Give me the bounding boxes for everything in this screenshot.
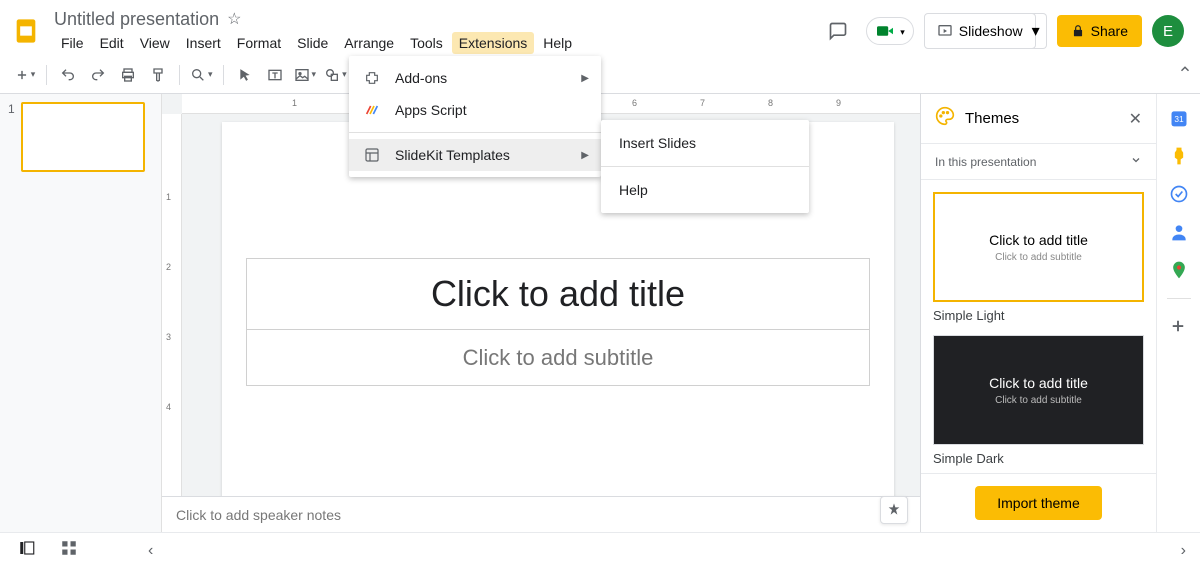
theme-name: Simple Light	[933, 308, 1144, 323]
filmstrip-view-icon[interactable]	[18, 539, 36, 562]
menu-extensions[interactable]: Extensions	[452, 32, 534, 54]
app-header: Untitled presentation ☆ File Edit View I…	[0, 0, 1200, 56]
themes-subtitle: In this presentation	[935, 155, 1036, 169]
explore-button[interactable]	[880, 496, 908, 524]
themes-panel: Themes ✕ In this presentation Click to a…	[920, 94, 1156, 532]
account-avatar[interactable]: E	[1152, 15, 1184, 47]
print-tool[interactable]	[115, 62, 141, 88]
select-tool[interactable]	[232, 62, 258, 88]
menu-arrange[interactable]: Arrange	[337, 32, 401, 54]
theme-name: Simple Dark	[933, 451, 1144, 466]
slide-thumb-1[interactable]: 1	[8, 102, 161, 172]
submenu-insert-slides[interactable]: Insert Slides	[601, 126, 809, 160]
speaker-notes[interactable]: Click to add speaker notes	[162, 496, 920, 532]
themes-subtitle-row[interactable]: In this presentation	[921, 144, 1156, 180]
palette-icon	[935, 106, 955, 131]
submenu-arrow-icon: ▶	[581, 73, 589, 84]
apps-script-icon	[363, 101, 381, 119]
menu-item-addons[interactable]: Add-ons ▶	[349, 62, 601, 94]
image-tool[interactable]	[292, 62, 319, 88]
meet-button[interactable]	[866, 17, 914, 45]
siderail-expand-icon[interactable]: ›	[1181, 542, 1186, 560]
slideshow-label: Slideshow	[959, 23, 1023, 39]
redo-tool[interactable]	[85, 62, 111, 88]
zoom-tool[interactable]	[188, 62, 215, 88]
themes-title: Themes	[965, 110, 1119, 127]
chevron-down-icon[interactable]	[1130, 154, 1142, 169]
title-placeholder[interactable]: Click to add title	[246, 258, 870, 330]
add-addon-icon[interactable]	[1169, 317, 1189, 337]
textbox-tool[interactable]	[262, 62, 288, 88]
menu-item-slidekit[interactable]: SlideKit Templates ▶	[349, 139, 601, 171]
menu-item-label: SlideKit Templates	[395, 147, 510, 163]
theme-simple-light[interactable]: Click to add title Click to add subtitle…	[933, 192, 1144, 323]
star-icon[interactable]: ☆	[227, 9, 241, 29]
menu-tools[interactable]: Tools	[403, 32, 450, 54]
share-label: Share	[1091, 23, 1128, 39]
puzzle-icon	[363, 69, 381, 87]
menu-item-label: Apps Script	[395, 102, 467, 118]
menu-bar: File Edit View Insert Format Slide Arran…	[54, 32, 820, 54]
slide-thumbnail[interactable]	[21, 102, 145, 172]
svg-text:31: 31	[1174, 114, 1184, 124]
shape-tool[interactable]	[322, 62, 349, 88]
submenu-help[interactable]: Help	[601, 173, 809, 207]
submenu-arrow-icon: ▶	[581, 150, 589, 161]
maps-icon[interactable]	[1169, 260, 1189, 280]
filmstrip-collapse-icon[interactable]: ‹	[148, 542, 153, 560]
menu-slide[interactable]: Slide	[290, 32, 335, 54]
subtitle-placeholder[interactable]: Click to add subtitle	[246, 330, 870, 386]
submenu-label: Help	[619, 182, 648, 198]
menu-edit[interactable]: Edit	[93, 32, 131, 54]
new-slide-tool[interactable]	[12, 62, 38, 88]
tasks-icon[interactable]	[1169, 184, 1189, 204]
share-button[interactable]: Share	[1057, 15, 1142, 47]
menu-file[interactable]: File	[54, 32, 91, 54]
import-theme-button[interactable]: Import theme	[975, 486, 1101, 520]
toolbar-collapse-icon[interactable]	[1178, 62, 1192, 81]
footer: ‹ ›	[0, 532, 1200, 568]
slide-number: 1	[8, 102, 15, 172]
slidekit-submenu: Insert Slides Help	[601, 120, 809, 213]
slides-logo[interactable]	[8, 13, 44, 49]
keep-icon[interactable]	[1169, 146, 1189, 166]
menu-item-apps-script[interactable]: Apps Script	[349, 94, 601, 126]
slideshow-button[interactable]: Slideshow	[924, 13, 1036, 49]
themes-list[interactable]: Click to add title Click to add subtitle…	[921, 180, 1156, 473]
contacts-icon[interactable]	[1169, 222, 1189, 242]
template-icon	[363, 146, 381, 164]
grid-view-icon[interactable]	[60, 539, 78, 562]
theme-simple-dark[interactable]: Click to add title Click to add subtitle…	[933, 335, 1144, 466]
extensions-dropdown: Add-ons ▶ Apps Script SlideKit Templates…	[349, 56, 601, 177]
undo-tool[interactable]	[55, 62, 81, 88]
submenu-label: Insert Slides	[619, 135, 696, 151]
comments-icon[interactable]	[820, 13, 856, 49]
menu-view[interactable]: View	[133, 32, 177, 54]
calendar-icon[interactable]: 31	[1169, 108, 1189, 128]
menu-format[interactable]: Format	[230, 32, 288, 54]
side-rail: 31	[1156, 94, 1200, 532]
paint-format-tool[interactable]	[145, 62, 171, 88]
menu-help[interactable]: Help	[536, 32, 579, 54]
filmstrip: 1	[0, 94, 162, 532]
menu-item-label: Add-ons	[395, 70, 447, 86]
slideshow-dropdown[interactable]: ▾	[1026, 13, 1047, 49]
close-icon[interactable]: ✕	[1129, 109, 1142, 129]
menu-insert[interactable]: Insert	[179, 32, 228, 54]
vertical-ruler: 1 2 3 4	[162, 114, 182, 532]
document-title[interactable]: Untitled presentation	[54, 9, 219, 30]
